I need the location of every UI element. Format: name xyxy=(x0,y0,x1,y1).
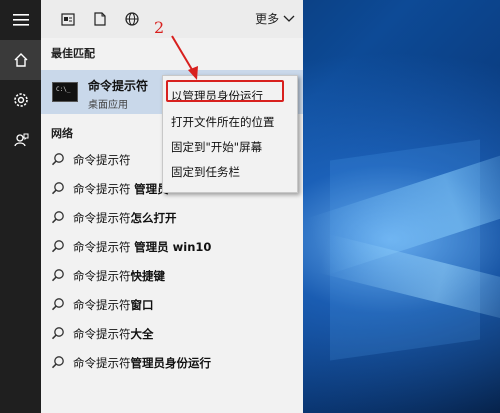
annotation-arrow-icon xyxy=(171,35,198,80)
